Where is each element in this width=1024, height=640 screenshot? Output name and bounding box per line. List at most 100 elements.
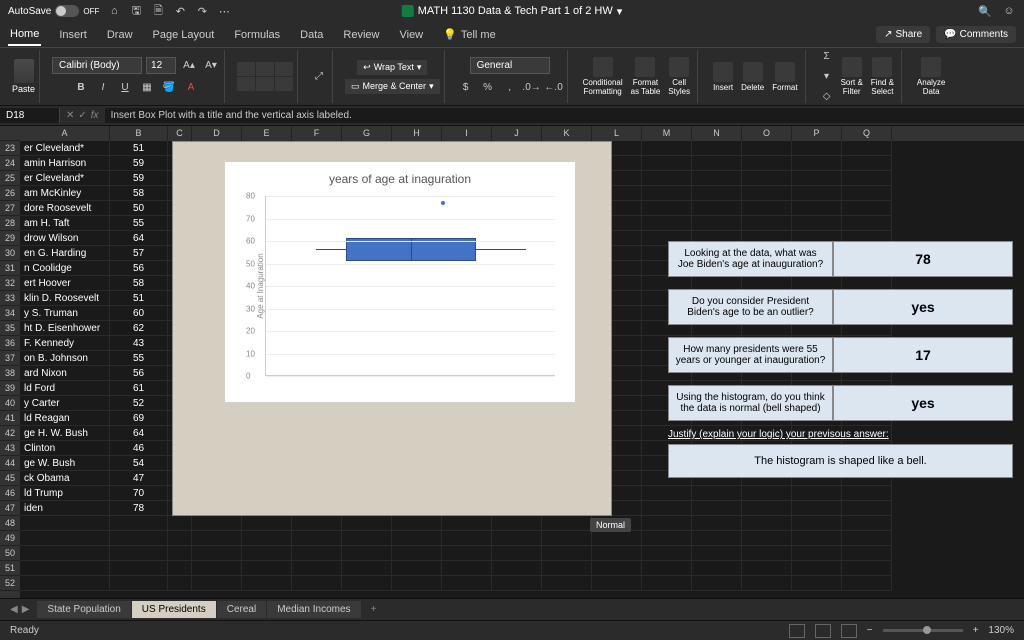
cell[interactable] [110, 531, 168, 546]
cell[interactable] [692, 216, 742, 231]
clear-button[interactable]: ◇ [818, 88, 836, 106]
col-header-M[interactable]: M [642, 126, 692, 141]
cell[interactable] [642, 486, 692, 501]
cell[interactable] [692, 576, 742, 591]
cell[interactable] [592, 546, 642, 561]
cell[interactable]: 59 [110, 156, 168, 171]
cell[interactable]: y S. Truman [20, 306, 110, 321]
cell[interactable] [642, 531, 692, 546]
cell[interactable] [542, 546, 592, 561]
row-header[interactable]: 23 [0, 141, 20, 156]
tab-draw[interactable]: Draw [105, 25, 135, 45]
decrease-font-icon[interactable]: A▾ [202, 57, 220, 75]
cell[interactable] [20, 546, 110, 561]
bold-button[interactable]: B [72, 79, 90, 97]
cell[interactable]: 78 [110, 501, 168, 516]
cell[interactable] [792, 201, 842, 216]
cell[interactable] [642, 171, 692, 186]
cell[interactable] [392, 546, 442, 561]
cell[interactable] [242, 531, 292, 546]
page-layout-view-button[interactable] [815, 624, 831, 638]
cell[interactable] [542, 576, 592, 591]
save-icon[interactable]: 🖫 [129, 4, 143, 18]
cell[interactable] [642, 216, 692, 231]
cell[interactable] [742, 171, 792, 186]
cell[interactable] [742, 486, 792, 501]
chevron-down-icon[interactable]: ▾ [617, 5, 623, 18]
col-header-O[interactable]: O [742, 126, 792, 141]
increase-font-icon[interactable]: A▴ [180, 57, 198, 75]
col-header-F[interactable]: F [292, 126, 342, 141]
cell[interactable]: 54 [110, 456, 168, 471]
cell[interactable] [20, 516, 110, 531]
cell[interactable] [742, 501, 792, 516]
col-header-A[interactable]: A [20, 126, 110, 141]
decrease-decimal-button[interactable]: ←.0 [545, 78, 563, 96]
cell[interactable] [742, 561, 792, 576]
row-header[interactable]: 49 [0, 531, 20, 546]
col-header-K[interactable]: K [542, 126, 592, 141]
font-size-select[interactable] [146, 57, 176, 74]
row-header[interactable]: 50 [0, 546, 20, 561]
number-format-select[interactable] [470, 57, 550, 74]
cell[interactable]: 61 [110, 381, 168, 396]
cell[interactable] [842, 171, 892, 186]
cell[interactable] [20, 576, 110, 591]
zoom-out-button[interactable]: − [867, 625, 873, 636]
tab-tell-me[interactable]: 💡Tell me [441, 24, 498, 45]
row-header[interactable]: 42 [0, 426, 20, 441]
cell[interactable]: ard Nixon [20, 366, 110, 381]
cell[interactable]: 59 [110, 171, 168, 186]
cell[interactable] [110, 516, 168, 531]
font-select[interactable] [52, 57, 142, 74]
cell[interactable] [642, 561, 692, 576]
cell[interactable] [342, 546, 392, 561]
cell[interactable] [792, 186, 842, 201]
col-header-D[interactable]: D [192, 126, 242, 141]
cell[interactable] [842, 576, 892, 591]
cell[interactable] [792, 576, 842, 591]
cell[interactable] [168, 576, 192, 591]
cell[interactable] [392, 516, 442, 531]
account-icon[interactable]: ☺ [1002, 4, 1016, 18]
page-break-view-button[interactable] [841, 624, 857, 638]
cell[interactable] [342, 561, 392, 576]
row-header[interactable]: 44 [0, 456, 20, 471]
search-icon[interactable]: 🔍 [978, 4, 992, 18]
orientation-button[interactable]: ⤢ [310, 68, 328, 86]
cell[interactable] [442, 561, 492, 576]
cell[interactable]: ht D. Eisenhower [20, 321, 110, 336]
comma-button[interactable]: , [501, 78, 519, 96]
cell[interactable] [642, 201, 692, 216]
cell[interactable] [692, 201, 742, 216]
find-select-button[interactable]: Find & Select [868, 57, 897, 96]
row-header[interactable]: 29 [0, 231, 20, 246]
row-header[interactable]: 48 [0, 516, 20, 531]
add-sheet-button[interactable]: + [363, 604, 385, 615]
home-icon[interactable]: ⌂ [107, 4, 121, 18]
qa-answer[interactable]: yes [833, 385, 1013, 421]
cell[interactable] [842, 501, 892, 516]
enter-icon[interactable]: ✓ [78, 110, 86, 121]
cell[interactable]: am H. Taft [20, 216, 110, 231]
cell[interactable] [742, 201, 792, 216]
cell[interactable] [342, 576, 392, 591]
cell[interactable] [792, 561, 842, 576]
cell[interactable] [842, 216, 892, 231]
cell[interactable] [842, 561, 892, 576]
cell[interactable]: 58 [110, 186, 168, 201]
cell[interactable]: 43 [110, 336, 168, 351]
conditional-formatting-button[interactable]: Conditional Formatting [580, 57, 626, 96]
fill-button[interactable]: ▾ [818, 68, 836, 86]
alignment-grid[interactable] [237, 62, 293, 91]
col-header-P[interactable]: P [792, 126, 842, 141]
row-header[interactable]: 46 [0, 486, 20, 501]
row-header[interactable]: 47 [0, 501, 20, 516]
cell[interactable] [592, 561, 642, 576]
cell[interactable]: y Carter [20, 396, 110, 411]
cell[interactable] [342, 516, 392, 531]
cell[interactable]: Clinton [20, 441, 110, 456]
underline-button[interactable]: U [116, 79, 134, 97]
cell[interactable]: 70 [110, 486, 168, 501]
cell[interactable]: 69 [110, 411, 168, 426]
